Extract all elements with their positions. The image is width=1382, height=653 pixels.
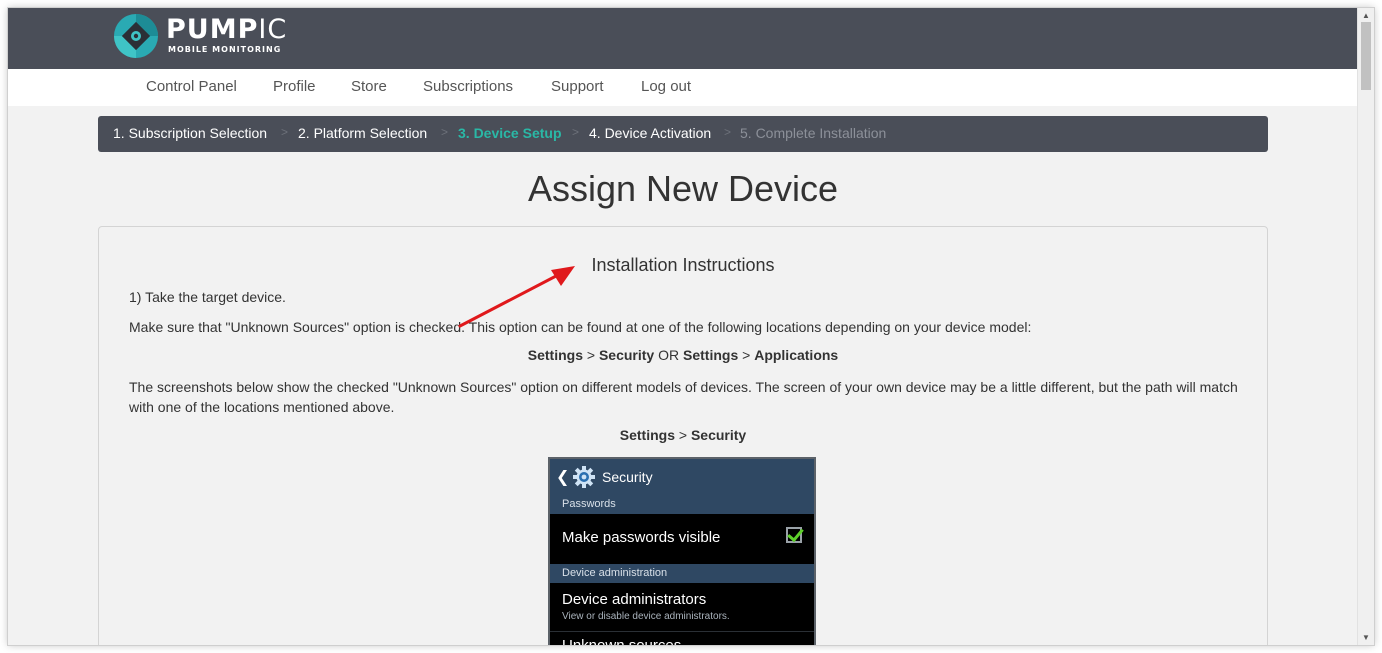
phone-screenshot: ❮ Security Passwords Make passwords visi…	[548, 457, 816, 645]
main-nav: Control Panel Profile Store Subscription…	[8, 69, 1358, 106]
step-separator: >	[724, 125, 732, 139]
scroll-up-arrow-icon[interactable]: ▲	[1362, 11, 1370, 20]
step-device-activation[interactable]: 4. Device Activation	[589, 125, 711, 141]
back-chevron-icon: ❮	[556, 469, 570, 486]
brand-name: PUMPIC	[166, 14, 288, 45]
step-separator: >	[441, 125, 449, 139]
browser-window: PUMPIC MOBILE MONITORING Control Panel P…	[8, 8, 1374, 645]
nav-support[interactable]: Support	[551, 78, 604, 95]
unknown-sources-note: Make sure that "Unknown Sources" option …	[129, 319, 1032, 335]
phone-device-administrators: Device administrators	[562, 591, 707, 608]
instructions-title: Installation Instructions	[591, 255, 775, 275]
pumpic-logo-icon	[114, 14, 158, 58]
checkbox-checked-icon	[786, 527, 802, 543]
phone-unknown-sources: Unknown sources	[562, 637, 681, 645]
nav-subscriptions[interactable]: Subscriptions	[423, 78, 513, 95]
step-separator: >	[281, 125, 289, 139]
brand-tagline: MOBILE MONITORING	[168, 45, 282, 54]
phone-make-passwords-visible: Make passwords visible	[562, 529, 721, 546]
nav-profile[interactable]: Profile	[273, 78, 316, 95]
scrollbar-thumb[interactable]	[1361, 22, 1371, 90]
step-separator: >	[572, 125, 580, 139]
phone-divider	[550, 631, 814, 632]
step-complete-installation: 5. Complete Installation	[740, 125, 887, 141]
page-title: Assign New Device	[527, 168, 839, 209]
instruction-step-1: 1) Take the target device.	[129, 289, 286, 305]
phone-screen-title: Security	[602, 469, 653, 485]
screenshots-note: The screenshots below show the checked "…	[129, 379, 1238, 415]
phone-section-passwords: Passwords	[550, 495, 814, 514]
page-scrollbar[interactable]: ▲ ▼	[1357, 8, 1374, 645]
nav-control-panel[interactable]: Control Panel	[146, 78, 237, 95]
scroll-down-arrow-icon[interactable]: ▼	[1362, 633, 1370, 642]
site-header: PUMPIC MOBILE MONITORING	[8, 8, 1358, 69]
phone-section-device-admin: Device administration	[550, 564, 814, 583]
nav-log-out[interactable]: Log out	[641, 78, 691, 95]
phone-device-administrators-sub: View or disable device administrators.	[562, 611, 730, 622]
nav-store[interactable]: Store	[351, 78, 387, 95]
step-device-setup: 3. Device Setup	[458, 125, 562, 141]
step-subscription-selection[interactable]: 1. Subscription Selection	[113, 125, 267, 141]
phone-title-bar: ❮ Security	[550, 459, 814, 495]
step-platform-selection[interactable]: 2. Platform Selection	[298, 125, 427, 141]
screenshot-caption: Settings > Security	[619, 427, 747, 443]
gear-icon	[573, 466, 595, 488]
settings-path: Settings > Security OR Settings > Applic…	[527, 347, 839, 363]
setup-steps-bar: 1. Subscription Selection > 2. Platform …	[98, 116, 1268, 152]
